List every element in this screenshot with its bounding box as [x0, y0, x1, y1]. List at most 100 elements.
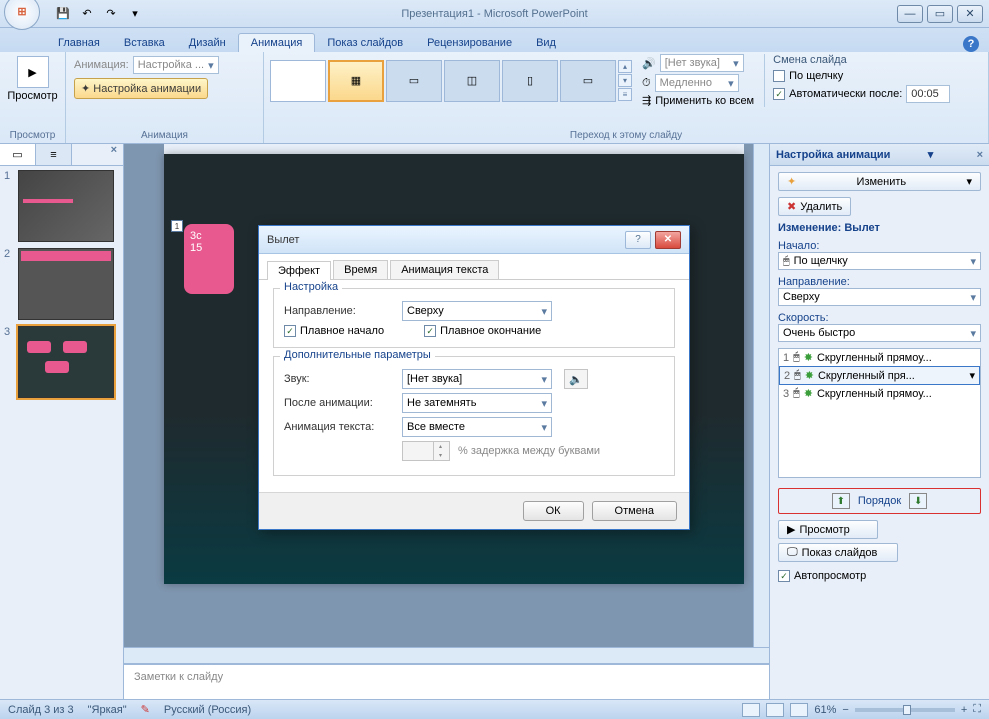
- autopreview-checkbox[interactable]: ✓: [778, 570, 790, 582]
- tab-design[interactable]: Дизайн: [177, 34, 238, 52]
- effect-row[interactable]: 3 🖱 ✸ Скругленный прямоу...: [779, 385, 980, 402]
- sound-select[interactable]: [Нет звука] ▾: [402, 369, 552, 389]
- office-button[interactable]: ⊞: [4, 0, 40, 30]
- effect-row[interactable]: 1 🖱 ✸ Скругленный прямоу...: [779, 349, 980, 366]
- slide-thumbnail[interactable]: 2: [4, 248, 119, 320]
- tab-text-animation[interactable]: Анимация текста: [390, 260, 499, 279]
- smooth-start-checkbox[interactable]: ✓: [284, 325, 296, 337]
- chevron-down-icon[interactable]: ▾: [969, 369, 975, 382]
- zoom-in-icon[interactable]: +: [961, 704, 967, 716]
- undo-icon[interactable]: ↶: [76, 3, 98, 25]
- thumb-tab-outline[interactable]: ≡: [36, 144, 72, 165]
- cancel-button[interactable]: Отмена: [592, 501, 677, 521]
- start-select[interactable]: 🖱 По щелчку ▾: [778, 252, 981, 270]
- settings-fieldset: Настройка Направление: Сверху ▾ ✓ Плавно…: [273, 288, 675, 348]
- spellcheck-icon[interactable]: ✎: [141, 703, 150, 716]
- zoom-slider[interactable]: [855, 708, 955, 712]
- move-up-button[interactable]: ⬆: [832, 493, 850, 509]
- qat-dropdown-icon[interactable]: ▾: [124, 3, 146, 25]
- preview-button[interactable]: ▶ Просмотр: [6, 54, 59, 104]
- effect-number: 3: [783, 388, 789, 400]
- ribbon-tabs: Главная Вставка Дизайн Анимация Показ сл…: [0, 28, 989, 52]
- transition-item[interactable]: ▭: [560, 60, 616, 102]
- tab-effect[interactable]: Эффект: [267, 261, 331, 280]
- help-icon[interactable]: ?: [963, 36, 979, 52]
- on-click-checkbox[interactable]: [773, 70, 785, 82]
- play-icon: ▶: [787, 523, 795, 536]
- close-button[interactable]: ✕: [957, 5, 983, 23]
- play-button[interactable]: ▶ Просмотр: [778, 520, 878, 539]
- auto-after-checkbox[interactable]: ✓: [773, 88, 785, 100]
- tab-slideshow[interactable]: Показ слайдов: [315, 34, 415, 52]
- slide-thumbnail[interactable]: 1: [4, 170, 119, 242]
- speed-select[interactable]: Очень быстро ▾: [778, 324, 981, 342]
- animation-combo[interactable]: Настройка ... ▾: [133, 56, 219, 74]
- slideshow-icon: 🖵: [787, 546, 798, 559]
- direction-select[interactable]: Сверху ▾: [402, 301, 552, 321]
- gallery-more-icon[interactable]: ≡: [618, 88, 632, 101]
- gallery-up-icon[interactable]: ▴: [618, 60, 632, 73]
- after-animation-value: Не затемнять: [407, 397, 476, 409]
- zoom-out-icon[interactable]: −: [842, 704, 848, 716]
- anim-order-badge[interactable]: 1: [171, 220, 183, 232]
- tab-insert[interactable]: Вставка: [112, 34, 177, 52]
- dialog-titlebar[interactable]: Вылет ? ✕: [259, 226, 689, 254]
- tab-review[interactable]: Рецензирование: [415, 34, 524, 52]
- language-indicator[interactable]: Русский (Россия): [164, 704, 251, 716]
- transition-item[interactable]: ▦: [328, 60, 384, 102]
- fit-to-window-icon[interactable]: ⛶: [973, 703, 981, 716]
- tab-animation[interactable]: Анимация: [238, 33, 316, 52]
- apply-to-all-button[interactable]: ⇶ Применить ко всем: [642, 94, 754, 107]
- slideshow-button[interactable]: 🖵 Показ слайдов: [778, 543, 898, 562]
- scrollbar-horizontal[interactable]: [124, 647, 769, 663]
- gallery-down-icon[interactable]: ▾: [618, 74, 632, 87]
- save-icon[interactable]: 💾: [52, 3, 74, 25]
- delete-effect-button[interactable]: ✖ Удалить: [778, 197, 851, 216]
- move-down-button[interactable]: ⬇: [909, 493, 927, 509]
- chevron-down-icon: ▾: [733, 57, 739, 70]
- dialog-help-button[interactable]: ?: [625, 231, 651, 249]
- animation-settings-button[interactable]: ✦ Настройка анимации: [74, 78, 208, 99]
- transition-item[interactable]: ▭: [386, 60, 442, 102]
- pane-dropdown-icon[interactable]: ▾: [928, 148, 934, 161]
- thumb-close-icon[interactable]: ×: [105, 144, 123, 165]
- effect-row[interactable]: 2 🖱 ✸ Скругленный пря... ▾: [779, 366, 980, 385]
- chevron-down-icon: ▾: [970, 291, 976, 304]
- ok-button[interactable]: ОК: [523, 501, 584, 521]
- thumb-tab-slides[interactable]: ▭: [0, 144, 36, 165]
- redo-icon[interactable]: ↷: [100, 3, 122, 25]
- transition-sound-combo[interactable]: [Нет звука] ▾: [660, 54, 744, 72]
- pane-close-icon[interactable]: ×: [977, 149, 983, 161]
- direction-select[interactable]: Сверху ▾: [778, 288, 981, 306]
- view-normal-button[interactable]: [742, 703, 760, 717]
- minimize-button[interactable]: —: [897, 5, 923, 23]
- transition-none[interactable]: [270, 60, 326, 102]
- smooth-end-checkbox[interactable]: ✓: [424, 325, 436, 337]
- chevron-down-icon: ▾: [970, 327, 976, 340]
- notes-pane[interactable]: Заметки к слайду: [124, 663, 769, 699]
- sound-volume-button[interactable]: 🔈: [564, 369, 588, 389]
- preview-label: Просмотр: [7, 90, 57, 102]
- view-slideshow-button[interactable]: [790, 703, 808, 717]
- transition-item[interactable]: ◫: [444, 60, 500, 102]
- sound-label: Звук:: [284, 373, 394, 385]
- scrollbar-vertical[interactable]: [753, 144, 769, 647]
- reorder-box: ⬆ Порядок ⬇: [778, 488, 981, 514]
- view-sorter-button[interactable]: [766, 703, 784, 717]
- transition-item[interactable]: ▯: [502, 60, 558, 102]
- animate-text-select[interactable]: Все вместе ▾: [402, 417, 552, 437]
- dialog-close-button[interactable]: ✕: [655, 231, 681, 249]
- speed-icon: ⏱: [642, 77, 651, 90]
- slide-thumbnail[interactable]: 3: [4, 326, 119, 398]
- shape-rounded-rect[interactable]: 3с 15: [184, 224, 234, 294]
- tab-view[interactable]: Вид: [524, 34, 568, 52]
- maximize-button[interactable]: ▭: [927, 5, 953, 23]
- after-animation-select[interactable]: Не затемнять ▾: [402, 393, 552, 413]
- chevron-down-icon: ▾: [208, 59, 214, 72]
- tab-home[interactable]: Главная: [46, 34, 112, 52]
- transition-speed-combo[interactable]: Медленно ▾: [655, 74, 739, 92]
- auto-after-time[interactable]: 00:05: [906, 85, 950, 103]
- change-effect-button[interactable]: ✦ Изменить ▾: [778, 172, 981, 191]
- tab-timing[interactable]: Время: [333, 260, 388, 279]
- shape-text: 15: [190, 242, 228, 254]
